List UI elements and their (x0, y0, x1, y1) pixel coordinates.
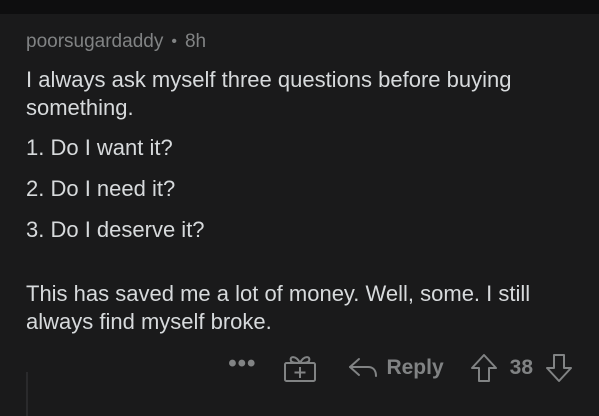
more-options-button[interactable]: ••• (228, 352, 256, 382)
gift-icon[interactable] (282, 353, 318, 383)
comment-intro: I always ask myself three questions befo… (26, 67, 512, 120)
reply-button[interactable]: Reply (348, 355, 444, 381)
author-name[interactable]: poorsugardaddy (26, 30, 163, 54)
top-strip (0, 0, 599, 14)
comment-actions: ••• Reply 38 (228, 350, 573, 386)
reply-label: Reply (386, 356, 444, 379)
question-list: 1. Do I want it? 2. Do I need it? 3. Do … (26, 134, 579, 244)
question-item: 1. Do I want it? (26, 135, 173, 160)
comment-body: I always ask myself three questions befo… (26, 66, 579, 336)
comment: poorsugardaddy • 8h I always ask myself … (26, 30, 579, 336)
vote-controls: 38 (470, 353, 573, 383)
reply-arrow-icon (349, 358, 378, 377)
question-item: 3. Do I deserve it? (26, 217, 205, 242)
upvote-icon[interactable] (470, 353, 498, 383)
vote-score: 38 (509, 356, 533, 379)
question-item: 2. Do I need it? (26, 176, 176, 201)
thread-line[interactable] (26, 372, 28, 416)
comment-outro: This has saved me a lot of money. Well, … (26, 281, 531, 334)
comment-age: 8h (184, 31, 207, 52)
meta-separator: • (171, 33, 177, 50)
downvote-icon[interactable] (545, 353, 573, 383)
comment-meta: poorsugardaddy • 8h (26, 30, 579, 54)
